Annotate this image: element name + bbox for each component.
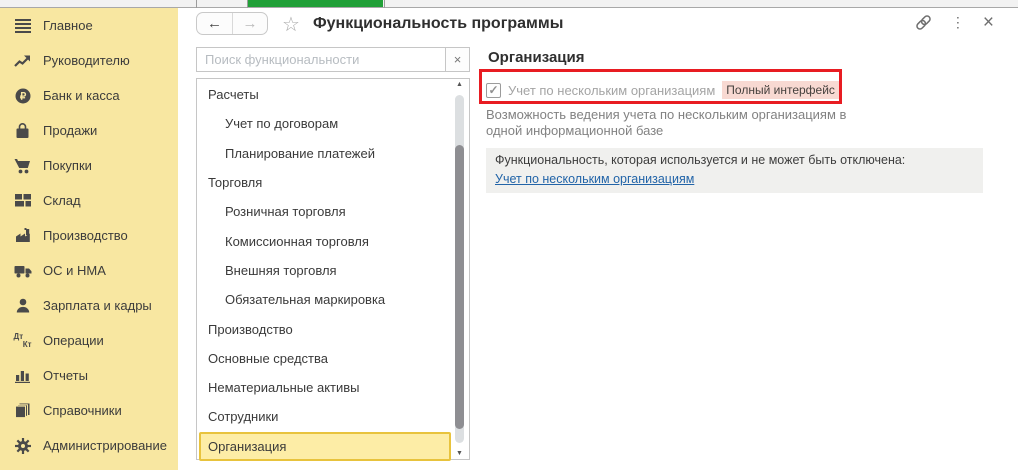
sidebar-item-label: Производство [43,228,128,243]
tab-strip [0,0,1018,8]
clear-search-icon[interactable]: × [445,48,469,71]
sidebar-item-sklad[interactable]: Склад [0,183,178,218]
sidebar-item-spravochniki[interactable]: Справочники [0,393,178,428]
scroll-down-icon[interactable]: ▼ [453,450,466,457]
sidebar-item-bank-i-kassa[interactable]: ₽ Банк и касса [0,78,178,113]
multi-org-checkbox-label: Учет по нескольким организациям [508,82,716,98]
feature-description: Возможность ведения учета по нескольким … [486,107,847,138]
list-item[interactable]: Расчеты [199,80,451,109]
books-icon [13,403,32,419]
full-interface-badge: Полный интерфейс [722,81,839,99]
svg-text:₽: ₽ [19,91,26,102]
multi-org-link[interactable]: Учет по нескольким организациям [495,172,694,186]
grid-icon [13,193,32,209]
list-scrollbar: ▲ ▼ [453,81,466,457]
strip-separator [384,0,385,8]
close-icon[interactable]: × [983,13,994,32]
sidebar-item-proizvodstvo[interactable]: Производство [0,218,178,253]
sidebar-item-operatsii[interactable]: Дт Кт Операции [0,323,178,358]
header-icons: ⋮ × [914,13,994,32]
more-menu-icon[interactable]: ⋮ [951,14,965,31]
functionality-list: Расчеты Учет по договорам Планирование п… [196,78,470,461]
back-button[interactable]: ← [197,13,232,34]
sidebar-item-label: Покупки [43,158,92,173]
list-item[interactable]: Учет по договорам [199,109,451,138]
info-box-text: Функциональность, которая используется и… [495,153,906,167]
sidebar-item-label: Операции [43,333,104,348]
sidebar-item-label: Продажи [43,123,98,138]
sidebar-item-label: Руководителю [43,53,130,68]
sidebar: Главное Руководителю ₽ Банк и касса Прод… [0,8,178,470]
sidebar-item-zarplata-i-kadry[interactable]: Зарплата и кадры [0,288,178,323]
dt-kt-icon: Дт Кт [13,331,32,349]
sidebar-item-administrirovanie[interactable]: Администрирование [0,428,178,463]
list-item[interactable]: Нематериальные активы [199,373,451,402]
section-heading: Организация [488,49,585,66]
factory-icon [13,228,32,244]
scroll-up-icon[interactable]: ▲ [453,81,466,88]
sidebar-item-pokupki[interactable]: Покупки [0,148,178,183]
ruble-icon: ₽ [13,88,32,104]
page-title: Функциональность программы [313,15,564,32]
sidebar-item-prodazhi[interactable]: Продажи [0,113,178,148]
menu-icon [13,18,32,34]
scrollbar-thumb[interactable] [455,145,464,429]
strip-separator [196,0,197,8]
multi-org-checkbox-row: ✓ Учет по нескольким организациям Полный… [486,81,839,99]
sidebar-item-label: Главное [43,18,93,33]
sidebar-item-label: Справочники [43,403,122,418]
history-nav: ← → [196,12,268,35]
sidebar-item-label: Отчеты [43,368,88,383]
chart-icon [13,368,32,384]
cart-icon [13,158,32,174]
sidebar-item-os-i-nma[interactable]: ОС и НМА [0,253,178,288]
person-icon [13,298,32,314]
favorite-star-icon[interactable]: ☆ [282,12,300,37]
search-box: × [196,47,470,72]
sidebar-item-label: Зарплата и кадры [43,298,152,313]
sidebar-item-label: ОС и НМА [43,263,106,278]
list-item[interactable]: Комиссионная торговля [199,226,451,255]
sidebar-item-glavnoe[interactable]: Главное [0,8,178,43]
list-item[interactable]: Внешняя торговля [199,256,451,285]
info-box: Функциональность, которая используется и… [486,148,983,193]
sidebar-item-label: Администрирование [43,438,167,453]
forward-button[interactable]: → [232,13,267,34]
list-item[interactable]: Производство [199,314,451,343]
search-input[interactable] [197,48,445,71]
bag-icon [13,122,32,139]
truck-icon [13,263,32,279]
active-tab-indicator[interactable] [248,0,383,7]
list-item[interactable]: Торговля [199,168,451,197]
sidebar-item-label: Склад [43,193,81,208]
list-item[interactable]: Сотрудники [199,402,451,431]
sidebar-item-otchety[interactable]: Отчеты [0,358,178,393]
gear-icon [13,437,32,454]
list-item[interactable]: Планирование платежей [199,139,451,168]
sidebar-item-label: Банк и касса [43,88,120,103]
list-item[interactable]: Основные средства [199,344,451,373]
link-icon[interactable] [914,14,933,31]
list-item-selected[interactable]: Организация [199,431,451,461]
list-item[interactable]: Розничная торговля [199,197,451,226]
multi-org-checkbox[interactable]: ✓ [486,82,501,98]
trend-icon [13,53,32,69]
sidebar-item-rukovoditelyu[interactable]: Руководителю [0,43,178,78]
list-item[interactable]: Обязательная маркировка [199,285,451,314]
